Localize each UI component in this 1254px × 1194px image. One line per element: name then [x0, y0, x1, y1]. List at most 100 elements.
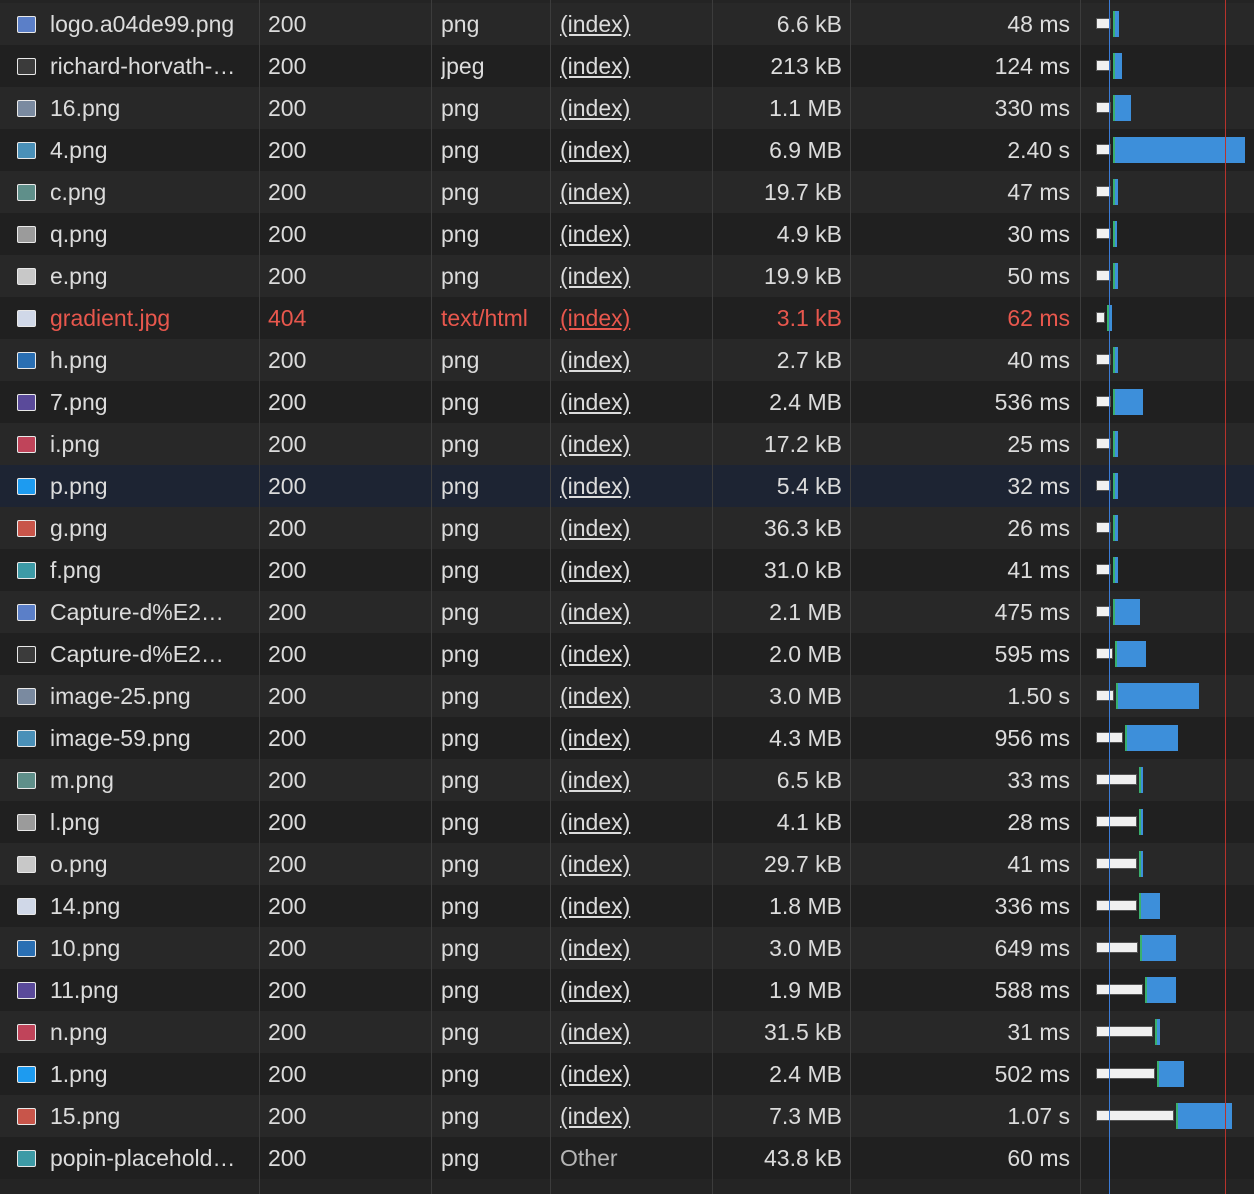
request-initiator[interactable]: (index)	[560, 675, 705, 717]
column-divider[interactable]	[550, 0, 551, 1194]
request-initiator[interactable]: (index)	[560, 633, 705, 675]
request-type: png	[441, 1061, 480, 1087]
table-row[interactable]: 7.png 200 png (index) 2.4 MB 536 ms	[0, 381, 1254, 423]
request-name: 16.png	[50, 95, 121, 121]
request-initiator[interactable]: (index)	[560, 1011, 705, 1053]
table-row[interactable]: e.png 200 png (index) 19.9 kB 50 ms	[0, 255, 1254, 297]
request-type: png	[441, 725, 480, 751]
request-time: 595 ms	[994, 641, 1070, 667]
table-row[interactable]: 11.png 200 png (index) 1.9 MB 588 ms	[0, 969, 1254, 1011]
waterfall-download-bar	[1144, 977, 1176, 1003]
table-row[interactable]: f.png 200 png (index) 31.0 kB 41 ms	[0, 549, 1254, 591]
request-type: png	[441, 1019, 480, 1045]
table-row[interactable]: Capture-d%E2… 200 png (index) 2.0 MB 595 ms	[0, 633, 1254, 675]
request-status: 200	[268, 389, 307, 415]
image-thumbnail-icon	[17, 940, 36, 957]
request-initiator[interactable]: (index)	[560, 927, 705, 969]
request-initiator[interactable]: (index)	[560, 87, 705, 129]
request-name: Capture-d%E2…	[50, 599, 224, 625]
table-row[interactable]: 10.png 200 png (index) 3.0 MB 649 ms	[0, 927, 1254, 969]
image-thumbnail-icon	[17, 730, 36, 747]
request-initiator[interactable]: (index)	[560, 885, 705, 927]
column-divider[interactable]	[431, 0, 432, 1194]
request-initiator[interactable]: (index)	[560, 549, 705, 591]
table-row[interactable]: 14.png 200 png (index) 1.8 MB 336 ms	[0, 885, 1254, 927]
table-row[interactable]: logo.a04de99.png 200 png (index) 6.6 kB 48 ms	[0, 3, 1254, 45]
request-initiator[interactable]: (index)	[560, 843, 705, 885]
table-row[interactable]: image-25.png 200 png (index) 3.0 MB 1.50 s	[0, 675, 1254, 717]
request-name: 11.png	[50, 977, 119, 1003]
request-initiator[interactable]: (index)	[560, 423, 705, 465]
request-initiator[interactable]: (index)	[560, 255, 705, 297]
request-initiator[interactable]: (index)	[560, 213, 705, 255]
table-row[interactable]: 15.png 200 png (index) 7.3 MB 1.07 s	[0, 1095, 1254, 1137]
request-time: 26 ms	[1007, 515, 1070, 541]
request-initiator[interactable]: (index)	[560, 591, 705, 633]
request-type: png	[441, 557, 480, 583]
table-row[interactable]: popin-placehold… 200 png Other 43.8 kB 60 ms	[0, 1137, 1254, 1179]
request-name: image-59.png	[50, 725, 191, 751]
request-time: 41 ms	[1007, 557, 1070, 583]
request-type: png	[441, 767, 480, 793]
waterfall-download-bar	[1113, 53, 1122, 79]
table-row[interactable]: g.png 200 png (index) 36.3 kB 26 ms	[0, 507, 1254, 549]
request-type: png	[441, 851, 480, 877]
request-type: png	[441, 431, 480, 457]
waterfall-waiting-bar	[1096, 774, 1137, 785]
request-name: q.png	[50, 221, 108, 247]
request-initiator[interactable]: (index)	[560, 1053, 705, 1095]
column-divider[interactable]	[1080, 0, 1081, 1194]
request-initiator[interactable]: (index)	[560, 969, 705, 1011]
request-name: f.png	[50, 557, 102, 583]
request-size: 2.4 MB	[769, 389, 842, 415]
request-name: c.png	[50, 179, 107, 205]
table-row[interactable]: image-59.png 200 png (index) 4.3 MB 956 ms	[0, 717, 1254, 759]
request-initiator[interactable]: (index)	[560, 717, 705, 759]
request-initiator[interactable]: (index)	[560, 1095, 705, 1137]
request-name: m.png	[50, 767, 114, 793]
request-size: 36.3 kB	[764, 515, 842, 541]
waterfall-download-bar	[1113, 389, 1143, 415]
table-row[interactable]: q.png 200 png (index) 4.9 kB 30 ms	[0, 213, 1254, 255]
table-row[interactable]: l.png 200 png (index) 4.1 kB 28 ms	[0, 801, 1254, 843]
table-row[interactable]: 16.png 200 png (index) 1.1 MB 330 ms	[0, 87, 1254, 129]
request-initiator[interactable]: (index)	[560, 801, 705, 843]
waterfall-download-bar	[1125, 725, 1178, 751]
image-thumbnail-icon	[17, 1066, 36, 1083]
request-initiator[interactable]: (index)	[560, 3, 705, 45]
table-row[interactable]: Capture-d%E2… 200 png (index) 2.1 MB 475 ms	[0, 591, 1254, 633]
request-status: 200	[268, 431, 307, 457]
waterfall-download-bar	[1113, 431, 1118, 457]
request-initiator[interactable]: (index)	[560, 507, 705, 549]
table-row[interactable]: m.png 200 png (index) 6.5 kB 33 ms	[0, 759, 1254, 801]
table-row[interactable]: i.png 200 png (index) 17.2 kB 25 ms	[0, 423, 1254, 465]
request-initiator[interactable]: (index)	[560, 759, 705, 801]
waterfall-download-bar	[1138, 893, 1160, 919]
table-row[interactable]: o.png 200 png (index) 29.7 kB 41 ms	[0, 843, 1254, 885]
request-initiator[interactable]: (index)	[560, 381, 705, 423]
table-row[interactable]: h.png 200 png (index) 2.7 kB 40 ms	[0, 339, 1254, 381]
request-status: 200	[268, 179, 307, 205]
request-initiator[interactable]: (index)	[560, 297, 705, 339]
request-initiator[interactable]: (index)	[560, 171, 705, 213]
column-divider[interactable]	[712, 0, 713, 1194]
request-initiator[interactable]: (index)	[560, 339, 705, 381]
request-initiator[interactable]: (index)	[560, 45, 705, 87]
request-initiator[interactable]: (index)	[560, 129, 705, 171]
request-size: 1.8 MB	[769, 893, 842, 919]
table-row[interactable]: gradient.jpg 404 text/html (index) 3.1 kB 62 …	[0, 297, 1254, 339]
request-initiator[interactable]: (index)	[560, 465, 705, 507]
request-size: 7.3 MB	[769, 1103, 842, 1129]
request-name: 15.png	[50, 1103, 121, 1129]
column-divider[interactable]	[850, 0, 851, 1194]
table-row[interactable]: richard-horvath-… 200 jpeg (index) 213 kB 124…	[0, 45, 1254, 87]
request-type: png	[441, 893, 480, 919]
table-row[interactable]: c.png 200 png (index) 19.7 kB 47 ms	[0, 171, 1254, 213]
table-row[interactable]: n.png 200 png (index) 31.5 kB 31 ms	[0, 1011, 1254, 1053]
table-row[interactable]: 1.png 200 png (index) 2.4 MB 502 ms	[0, 1053, 1254, 1095]
request-time: 336 ms	[994, 893, 1070, 919]
image-thumbnail-icon	[17, 1108, 36, 1125]
table-row[interactable]: p.png 200 png (index) 5.4 kB 32 ms	[0, 465, 1254, 507]
column-divider[interactable]	[259, 0, 260, 1194]
table-row[interactable]: 4.png 200 png (index) 6.9 MB 2.40 s	[0, 129, 1254, 171]
